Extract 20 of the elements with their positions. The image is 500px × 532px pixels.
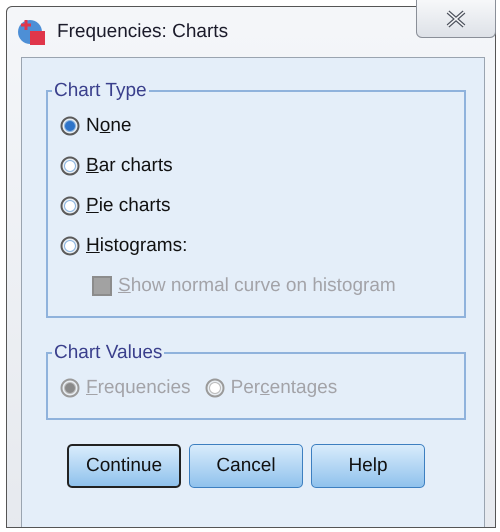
option-label: Frequencies [86,377,191,399]
dialog-button[interactable]: Continue [67,444,181,488]
dialog-button[interactable]: Cancel [189,444,303,488]
app-icon [17,17,47,47]
close-icon [445,10,467,28]
dialog-button[interactable]: Help [311,444,425,488]
radio-button[interactable] [60,196,80,216]
radio-button[interactable] [60,156,80,176]
option-label: Bar charts [86,155,173,177]
window-title: Frequencies: Charts [57,21,228,43]
group-title: Chart Type [53,80,148,102]
close-button[interactable] [416,0,496,38]
option-label: Histograms: [86,235,188,257]
option-label: None [86,115,132,137]
radio-button[interactable] [60,236,80,256]
option-label: Pie charts [86,195,170,217]
group-title: Chart Values [53,342,164,364]
option-label: Percentages [230,377,338,399]
option-label: Show normal curve on histogram [118,275,396,297]
radio-button[interactable] [60,116,80,136]
